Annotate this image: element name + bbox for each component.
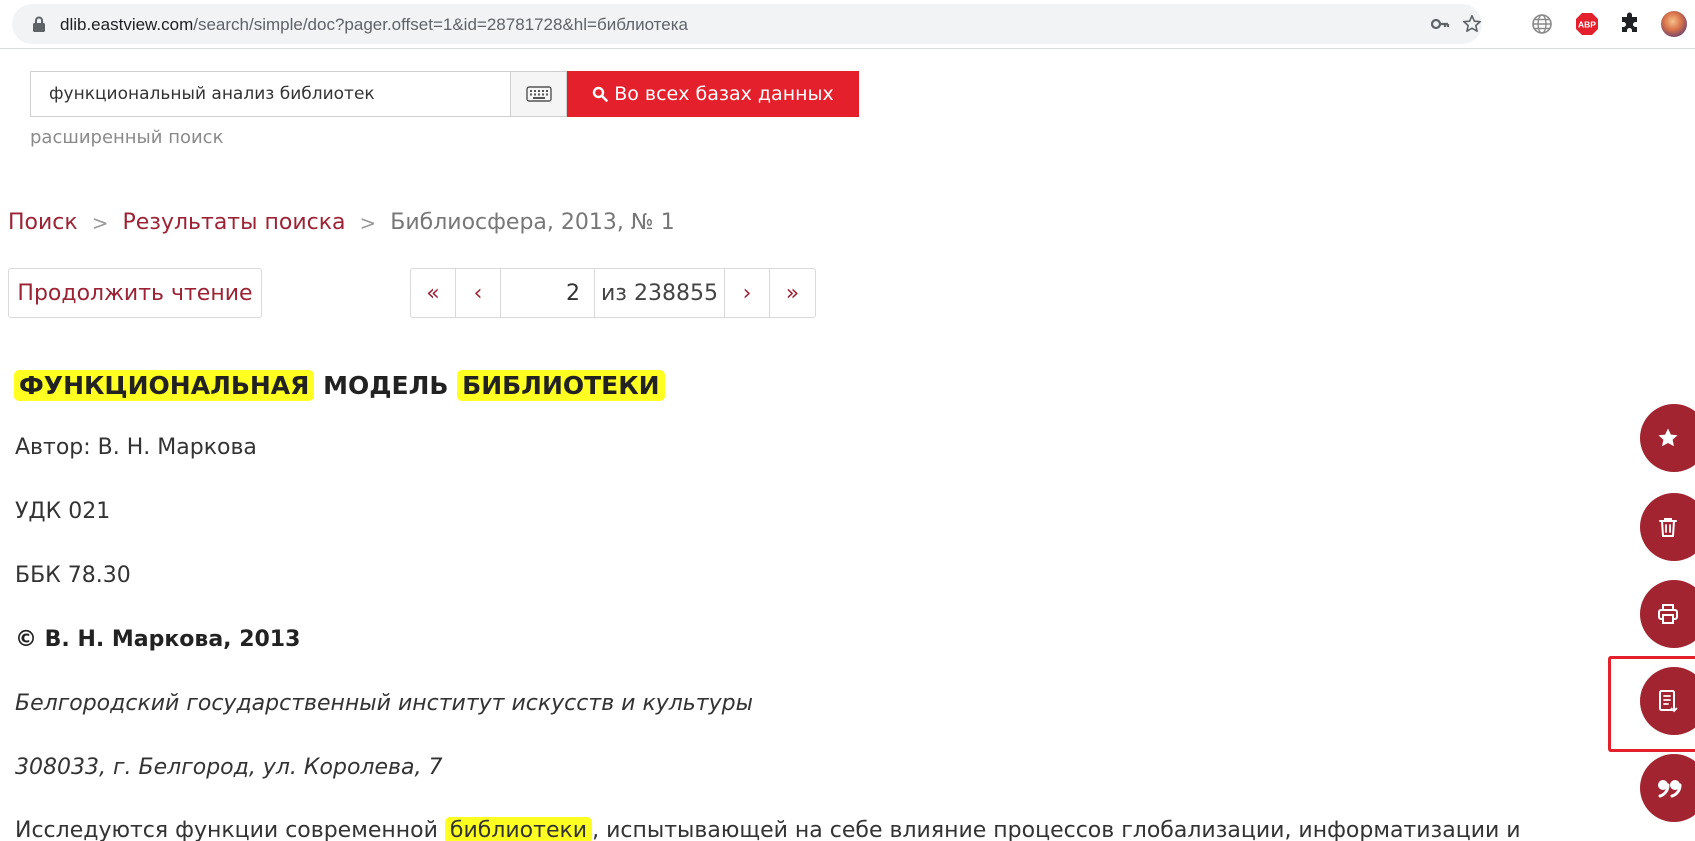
profile-avatar[interactable] bbox=[1660, 10, 1688, 38]
lock-icon[interactable] bbox=[32, 16, 46, 32]
adblock-icon[interactable]: ABP bbox=[1575, 12, 1599, 36]
breadcrumb-results-link[interactable]: Результаты поиска bbox=[122, 210, 345, 235]
breadcrumb-separator: > bbox=[359, 210, 377, 235]
star-icon bbox=[1658, 428, 1678, 447]
pager-first-button[interactable]: « bbox=[411, 269, 456, 317]
title-highlight: БИБЛИОТЕКИ bbox=[457, 370, 665, 401]
breadcrumb-separator: > bbox=[91, 210, 109, 235]
abstract-highlight: библиотеки bbox=[444, 817, 593, 841]
article-copyright: © В. Н. Маркова, 2013 bbox=[15, 627, 301, 652]
breadcrumb-search-link[interactable]: Поиск bbox=[8, 210, 78, 235]
search-field-wrapper bbox=[30, 71, 510, 117]
article-bbk: ББК 78.30 bbox=[15, 563, 131, 588]
url-host: dlib.eastview.com bbox=[60, 15, 194, 34]
advanced-search-link[interactable]: расширенный поиск bbox=[30, 127, 223, 148]
quote-icon bbox=[1658, 780, 1682, 798]
pager-last-button[interactable]: » bbox=[770, 269, 815, 317]
pager-prev-button[interactable]: ‹ bbox=[456, 269, 501, 317]
virtual-keyboard-button[interactable] bbox=[510, 71, 567, 117]
article-address: 308033, г. Белгород, ул. Королева, 7 bbox=[15, 755, 443, 780]
pager-next-button[interactable]: › bbox=[725, 269, 770, 317]
article-institution: Белгородский государственный институт ис… bbox=[15, 691, 753, 716]
quote-button[interactable] bbox=[1640, 754, 1695, 822]
breadcrumb: Поиск > Результаты поиска > Библиосфера,… bbox=[8, 210, 675, 235]
extensions-icon[interactable] bbox=[1618, 12, 1642, 36]
search-button-label: Во всех базах данных bbox=[614, 83, 834, 105]
keyboard-icon bbox=[525, 86, 552, 102]
globe-icon[interactable] bbox=[1530, 12, 1554, 36]
export-icon bbox=[1659, 690, 1678, 713]
title-highlight: ФУНКЦИОНАЛЬНАЯ bbox=[14, 370, 315, 401]
print-icon bbox=[1658, 604, 1678, 624]
search-icon bbox=[593, 86, 609, 102]
pager-total: из 238855 bbox=[595, 269, 725, 317]
article-udk: УДК 021 bbox=[15, 499, 111, 524]
url-path: /search/simple/doc?pager.offset=1&id=287… bbox=[193, 15, 688, 34]
url-text[interactable]: dlib.eastview.com/search/simple/doc?page… bbox=[60, 15, 688, 35]
breadcrumb-current: Библиосфера, 2013, № 1 bbox=[390, 210, 675, 235]
pager: « ‹ 2 из 238855 › » bbox=[410, 268, 816, 318]
key-icon[interactable] bbox=[1430, 14, 1450, 34]
article-abstract: Исследуются функции современной библиоте… bbox=[15, 817, 1521, 841]
abstract-text-end: , испытывающей на себе влияние процессов… bbox=[592, 818, 1521, 841]
title-text: МОДЕЛЬ bbox=[323, 371, 449, 400]
print-button[interactable] bbox=[1640, 580, 1695, 648]
pager-page-input[interactable]: 2 bbox=[501, 269, 595, 317]
article-title: ФУНКЦИОНАЛЬНАЯ МОДЕЛЬ БИБЛИОТЕКИ bbox=[14, 370, 665, 401]
trash-icon bbox=[1659, 518, 1677, 537]
continue-reading-button[interactable]: Продолжить чтение bbox=[8, 268, 262, 318]
browser-toolbar: dlib.eastview.com/search/simple/doc?page… bbox=[0, 0, 1695, 49]
search-input[interactable] bbox=[31, 72, 510, 116]
abstract-text: Исследуются функции современной bbox=[15, 818, 438, 841]
address-bar[interactable]: dlib.eastview.com/search/simple/doc?page… bbox=[12, 4, 1482, 44]
star-icon[interactable] bbox=[1462, 14, 1482, 34]
delete-button[interactable] bbox=[1640, 493, 1695, 561]
favorite-button[interactable] bbox=[1640, 404, 1695, 472]
article-author: Автор: В. Н. Маркова bbox=[15, 435, 257, 460]
search-all-databases-button[interactable]: Во всех базах данных bbox=[567, 71, 859, 117]
adblock-label: ABP bbox=[1578, 20, 1596, 30]
